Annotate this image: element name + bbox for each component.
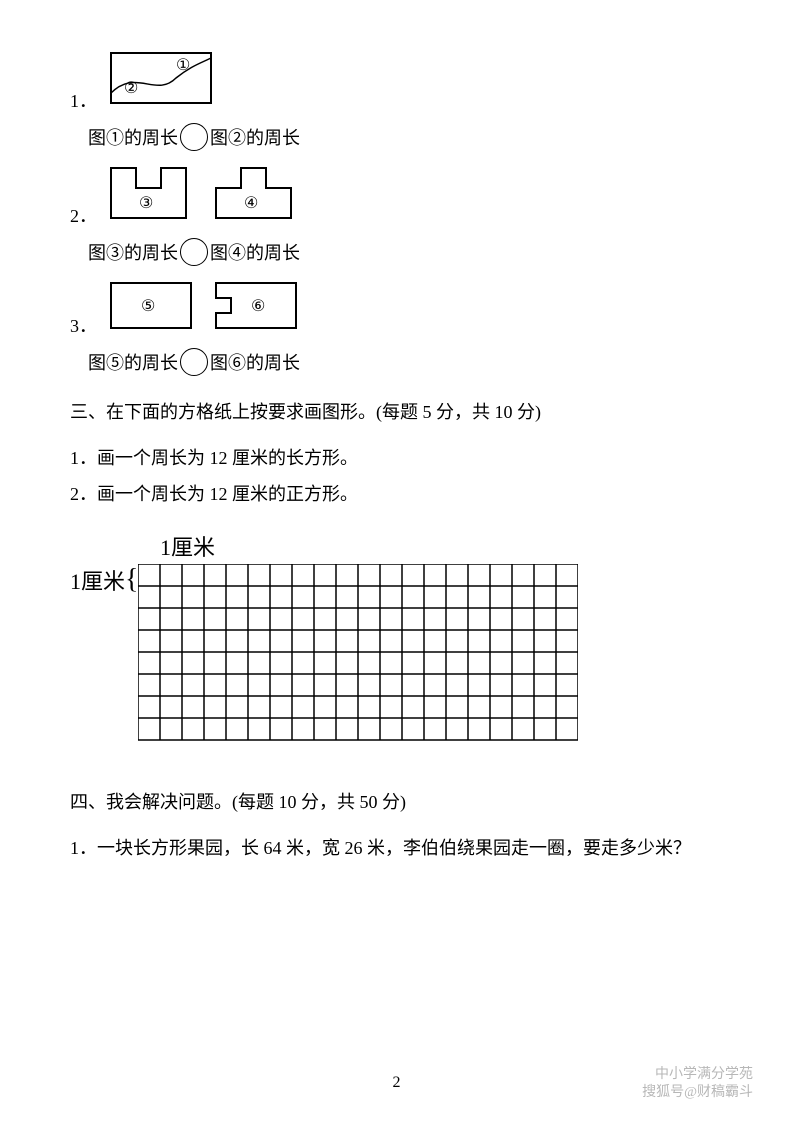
q1-shape: ① ② <box>106 48 216 113</box>
section-3-title: 三、在下面的方格纸上按要求画图形。(每题 5 分，共 10 分) <box>70 394 723 430</box>
q3-number: 3． <box>70 312 98 338</box>
q2-text-a: 图③的周长 <box>88 239 178 265</box>
question-1-row: 1． ① ② <box>70 48 723 113</box>
label-circle-2: ② <box>124 80 138 97</box>
question-2-row: 2． ③ ④ <box>70 163 723 228</box>
answer-circle-1[interactable] <box>180 123 208 151</box>
q1-number: 1． <box>70 87 98 113</box>
section-3-p1: 1．画一个周长为 12 厘米的长方形。 <box>70 440 723 476</box>
q3-compare: 图⑤的周长 图⑥的周长 <box>88 348 723 376</box>
label-circle-5: ⑤ <box>141 298 155 315</box>
brace-icon: { <box>125 570 138 590</box>
q1-text-b: 图②的周长 <box>210 124 300 150</box>
grid-paper[interactable] <box>138 564 578 744</box>
question-3-row: 3． ⑤ ⑥ <box>70 278 723 338</box>
q2-number: 2． <box>70 202 98 228</box>
grid-label-left: 1厘米 { <box>70 564 138 596</box>
answer-circle-3[interactable] <box>180 348 208 376</box>
label-circle-4: ④ <box>244 195 258 212</box>
section-4-p1: 1．一块长方形果园，长 64 米，宽 26 米，李伯伯绕果园走一圈，要走多少米？ <box>70 830 723 866</box>
q2-compare: 图③的周长 图④的周长 <box>88 238 723 266</box>
watermark: 中小学满分学苑 搜狐号@财稿霸斗 <box>642 1066 753 1102</box>
watermark-line2: 搜狐号@财稿霸斗 <box>642 1084 753 1102</box>
q3-text-b: 图⑥的周长 <box>210 349 300 375</box>
q3-shapes: ⑤ ⑥ <box>106 278 306 338</box>
watermark-line1: 中小学满分学苑 <box>642 1066 753 1084</box>
grid-label-top: 1厘米 <box>160 530 723 562</box>
q1-compare: 图①的周长 图②的周长 <box>88 123 723 151</box>
label-circle-6: ⑥ <box>251 298 265 315</box>
label-circle-1: ① <box>176 57 190 74</box>
grid-paper-wrap: 1厘米 1厘米 { <box>70 530 723 744</box>
q2-text-b: 图④的周长 <box>210 239 300 265</box>
section-3-p2: 2．画一个周长为 12 厘米的正方形。 <box>70 476 723 512</box>
q1-text-a: 图①的周长 <box>88 124 178 150</box>
q3-text-a: 图⑤的周长 <box>88 349 178 375</box>
shape-rect-notch: ⑤ ⑥ <box>106 278 306 333</box>
q2-shapes: ③ ④ <box>106 163 306 228</box>
answer-circle-2[interactable] <box>180 238 208 266</box>
section-4-title: 四、我会解决问题。(每题 10 分，共 50 分) <box>70 784 723 820</box>
label-circle-3: ③ <box>139 195 153 212</box>
shape-rect-wavy: ① ② <box>106 48 216 108</box>
shape-u-t: ③ ④ <box>106 163 306 223</box>
